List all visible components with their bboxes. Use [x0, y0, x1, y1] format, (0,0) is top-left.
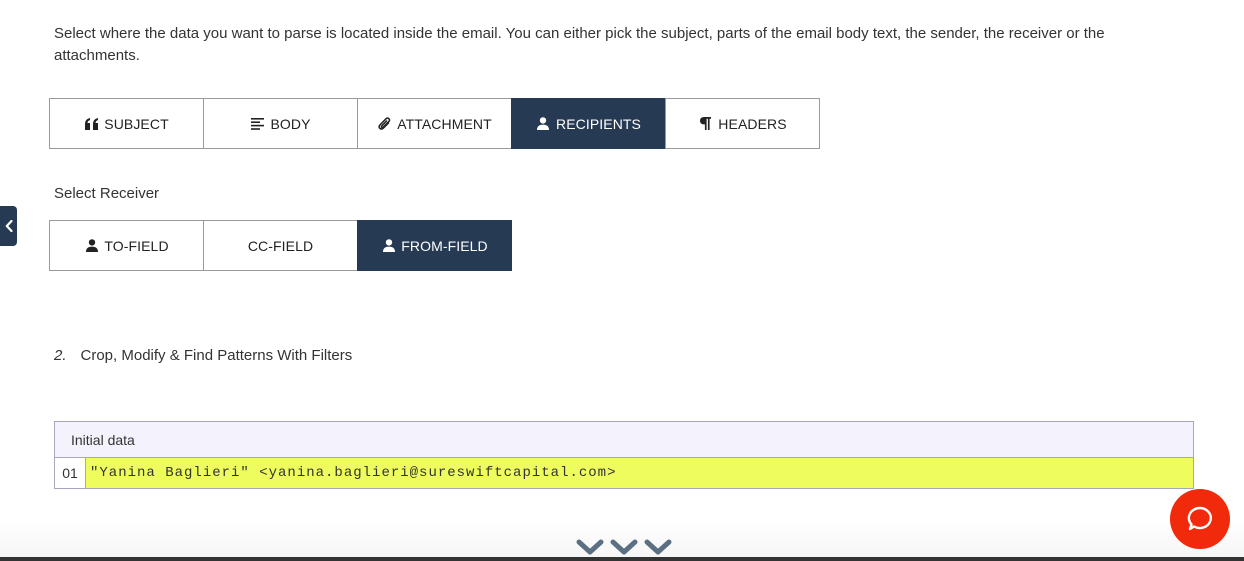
- paperclip-icon: [377, 116, 392, 131]
- data-value: "Yanina Baglieri" <yanina.baglieri@sures…: [86, 458, 1193, 488]
- chevron-down-icon: [576, 539, 604, 555]
- tab-headers[interactable]: HEADERS: [665, 98, 820, 149]
- text-align-icon: [250, 116, 265, 131]
- tab-recipients[interactable]: RECIPIENTS: [511, 98, 666, 149]
- select-receiver-label: Select Receiver: [54, 185, 160, 202]
- initial-data-table: Initial data 01 "Yanina Baglieri" <yanin…: [54, 421, 1194, 489]
- tab-to-field[interactable]: TO-FIELD: [49, 220, 204, 271]
- user-icon: [536, 116, 551, 131]
- tab-subject-label: SUBJECT: [104, 115, 169, 132]
- source-tabs: SUBJECT BODY ATTACHMENT RECIPIENTS HEADE…: [49, 98, 820, 149]
- user-icon: [381, 238, 396, 253]
- step-number: 2.: [54, 347, 67, 364]
- tab-subject[interactable]: SUBJECT: [49, 98, 204, 149]
- tab-from-field-label: FROM-FIELD: [401, 237, 488, 254]
- quote-icon: [84, 116, 99, 131]
- step-heading: 2. Crop, Modify & Find Patterns With Filt…: [54, 347, 352, 364]
- tab-headers-label: HEADERS: [718, 115, 787, 132]
- tab-body[interactable]: BODY: [203, 98, 358, 149]
- table-header: Initial data: [55, 422, 1193, 458]
- tab-recipients-label: RECIPIENTS: [555, 115, 641, 132]
- paragraph-icon: [698, 116, 713, 131]
- user-icon: [84, 238, 99, 253]
- intro-text: Select where the data you want to parse …: [54, 25, 1105, 64]
- table-row: 01 "Yanina Baglieri" <yanina.baglieri@su…: [55, 458, 1193, 488]
- tab-from-field[interactable]: FROM-FIELD: [357, 220, 512, 271]
- chevron-left-icon: [5, 220, 13, 232]
- bottom-border: [0, 557, 1244, 561]
- line-number: 01: [55, 458, 86, 488]
- tab-body-label: BODY: [270, 115, 311, 132]
- step-title: Crop, Modify & Find Patterns With Filter…: [80, 347, 353, 364]
- receiver-tabs: TO-FIELD CC-FIELD FROM-FIELD: [49, 220, 512, 271]
- scroll-down-indicator[interactable]: [576, 538, 672, 556]
- tab-to-field-label: TO-FIELD: [104, 237, 169, 254]
- tab-cc-field-label: CC-FIELD: [247, 237, 314, 254]
- chat-bubble-icon: [1187, 506, 1212, 531]
- chat-button[interactable]: [1170, 489, 1230, 549]
- chevron-down-icon: [644, 539, 672, 555]
- chevron-down-icon: [610, 539, 638, 555]
- collapse-sidebar-button[interactable]: [0, 206, 17, 246]
- tab-attachment-label: ATTACHMENT: [397, 115, 492, 132]
- tab-cc-field[interactable]: CC-FIELD: [203, 220, 358, 271]
- tab-attachment[interactable]: ATTACHMENT: [357, 98, 512, 149]
